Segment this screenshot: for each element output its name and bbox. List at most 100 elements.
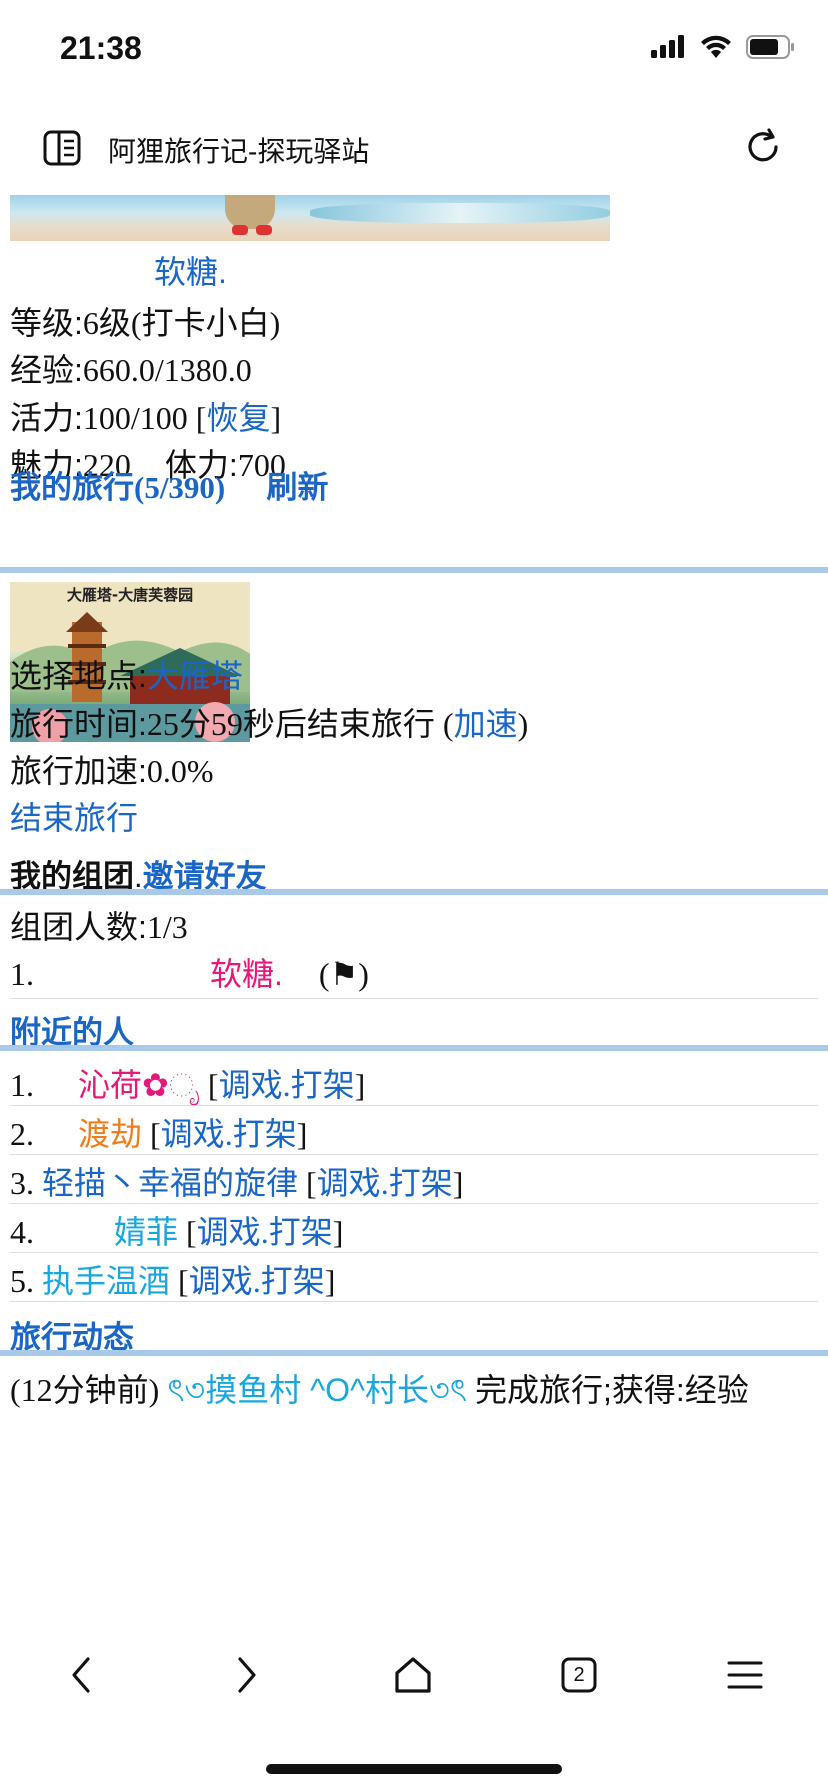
flirt-link[interactable]: 调戏 — [219, 1067, 283, 1103]
bracket: [ — [298, 1165, 317, 1201]
status-icons — [650, 34, 796, 60]
nearby-person-row: 1. 沁荷✿ೃ [调戏.打架] — [10, 1060, 365, 1106]
profile-banner-image — [10, 195, 610, 241]
fight-link[interactable]: 打架 — [291, 1067, 355, 1103]
bracket: [ — [142, 1116, 161, 1152]
team-member-index: 1. — [10, 956, 34, 992]
nearby-person-name[interactable]: 渡劫 — [78, 1116, 142, 1152]
team-count-label: 组团人数: — [10, 909, 147, 945]
menu-button[interactable] — [720, 1650, 770, 1700]
wifi-icon — [701, 35, 731, 58]
chevron-right-icon — [238, 1657, 256, 1693]
fight-link[interactable]: 打架 — [269, 1214, 333, 1250]
row-divider — [10, 1203, 818, 1204]
flirt-link[interactable]: 调戏 — [197, 1214, 261, 1250]
nearby-person-name[interactable]: 婧菲 — [114, 1214, 178, 1250]
energy-row: 活力:100/100 [恢复] — [10, 393, 281, 439]
page-content: 软糖. 等级:6级(打卡小白) 经验:660.0/1380.0 活力:100/1… — [0, 195, 828, 1605]
my-travel-heading-row: 我的旅行(5/390) 刷新 — [10, 462, 329, 507]
reload-icon[interactable] — [742, 126, 784, 168]
refresh-link[interactable]: 刷新 — [267, 470, 329, 505]
location-row: 选择地点:大雁塔 — [10, 651, 243, 697]
boost-label: 旅行加速: — [10, 753, 147, 789]
row-divider — [10, 998, 818, 999]
nearby-person-index: 5. — [10, 1263, 34, 1299]
tabs-button[interactable]: 2 — [554, 1650, 604, 1700]
home-indicator — [266, 1764, 562, 1774]
status-time: 21:38 — [60, 30, 142, 66]
team-member-name[interactable]: 软糖. — [210, 956, 283, 992]
feed-entry-text: 完成旅行;获得:经验 — [474, 1372, 749, 1408]
nearby-person-index: 2. — [10, 1116, 34, 1152]
signal-icon — [651, 35, 684, 58]
nearby-person-name[interactable]: 执手温酒 — [42, 1263, 170, 1299]
browser-toolbar: 2 — [0, 1620, 828, 1730]
forward-button[interactable] — [222, 1650, 272, 1700]
bracket: ] — [354, 1067, 366, 1103]
travel-time-close: ) — [517, 706, 529, 742]
travel-time-value: 25分59秒后结束旅行 ( — [146, 706, 454, 742]
team-member-flag: (⚑) — [318, 956, 369, 992]
banner-character — [225, 195, 275, 229]
menu-icon — [727, 1661, 763, 1689]
chevron-left-icon — [72, 1657, 90, 1693]
bracket: ] — [296, 1116, 308, 1152]
flirt-link[interactable]: 调戏 — [317, 1165, 381, 1201]
profile-name-link[interactable]: 软糖. — [154, 247, 227, 293]
flirt-link[interactable]: 调戏 — [161, 1116, 225, 1152]
location-link[interactable]: 大雁塔 — [147, 658, 243, 694]
travel-time-label: 旅行时间: — [10, 706, 147, 742]
bracket: ] — [324, 1263, 336, 1299]
fight-link[interactable]: 打架 — [233, 1116, 297, 1152]
banner-character-foot — [232, 225, 248, 235]
fight-link[interactable]: 打架 — [389, 1165, 453, 1201]
home-button[interactable] — [388, 1650, 438, 1700]
exp-value: 660.0/1380.0 — [82, 352, 252, 388]
exp-row: 经验:660.0/1380.0 — [10, 345, 252, 391]
nearby-person-name[interactable]: 沁荷✿ೃ — [78, 1067, 200, 1103]
back-button[interactable] — [56, 1650, 106, 1700]
row-divider — [10, 1252, 818, 1253]
banner-character-foot — [256, 225, 272, 235]
level-value: 6级(打卡小白) — [82, 305, 281, 341]
row-divider — [10, 1105, 818, 1106]
section-divider — [0, 1045, 828, 1051]
feed-entry-time: (12分钟前) — [10, 1372, 160, 1408]
level-label: 等级: — [10, 305, 83, 341]
energy-close: ] — [270, 400, 282, 436]
energy-value: 100/100 [ — [82, 400, 207, 436]
action-separator: . — [252, 1263, 261, 1299]
location-image-caption: 大雁塔-大唐芙蓉园 — [67, 586, 193, 604]
exp-label: 经验: — [10, 352, 83, 388]
fight-link[interactable]: 打架 — [261, 1263, 325, 1299]
restore-energy-link[interactable]: 恢复 — [206, 400, 270, 436]
bracket: [ — [170, 1263, 189, 1299]
boost-row: 旅行加速:0.0% — [10, 746, 214, 792]
boost-value: 0.0% — [146, 753, 214, 789]
status-bar: 21:38 — [0, 0, 828, 100]
bracket: ] — [332, 1214, 344, 1250]
action-separator: . — [260, 1214, 269, 1250]
tab-count: 2 — [573, 1663, 585, 1686]
travel-time-row: 旅行时间:25分59秒后结束旅行 (加速) — [10, 699, 528, 745]
level-row: 等级:6级(打卡小白) — [10, 298, 280, 344]
row-divider — [10, 1301, 818, 1302]
sidebar-icon[interactable] — [42, 128, 82, 168]
speedup-link[interactable]: 加速 — [454, 706, 518, 742]
action-separator: . — [380, 1165, 389, 1201]
end-travel-link[interactable]: 结束旅行 — [10, 800, 138, 836]
nearby-person-index: 4. — [10, 1214, 34, 1250]
nearby-person-row: 2. 渡劫 [调戏.打架] — [10, 1109, 307, 1155]
feed-entry-user-link[interactable]: ৎ৩摸鱼村 ^O^村长৩ৎ — [167, 1372, 467, 1408]
nearby-person-row: 3. 轻描丶幸福的旋律 [调戏.打架] — [10, 1158, 463, 1204]
energy-label: 活力: — [10, 400, 83, 436]
my-travel-heading: 我的旅行(5/390) — [10, 470, 226, 505]
action-separator: . — [282, 1067, 291, 1103]
home-icon — [395, 1657, 431, 1693]
page-title: 阿狸旅行记-探玩驿站 — [108, 136, 370, 167]
flirt-link[interactable]: 调戏 — [189, 1263, 253, 1299]
bracket: ] — [452, 1165, 464, 1201]
nearby-person-name[interactable]: 轻描丶幸福的旋律 — [42, 1165, 298, 1201]
bracket: [ — [199, 1067, 219, 1103]
nearby-person-row: 5. 执手温酒 [调戏.打架] — [10, 1256, 335, 1302]
